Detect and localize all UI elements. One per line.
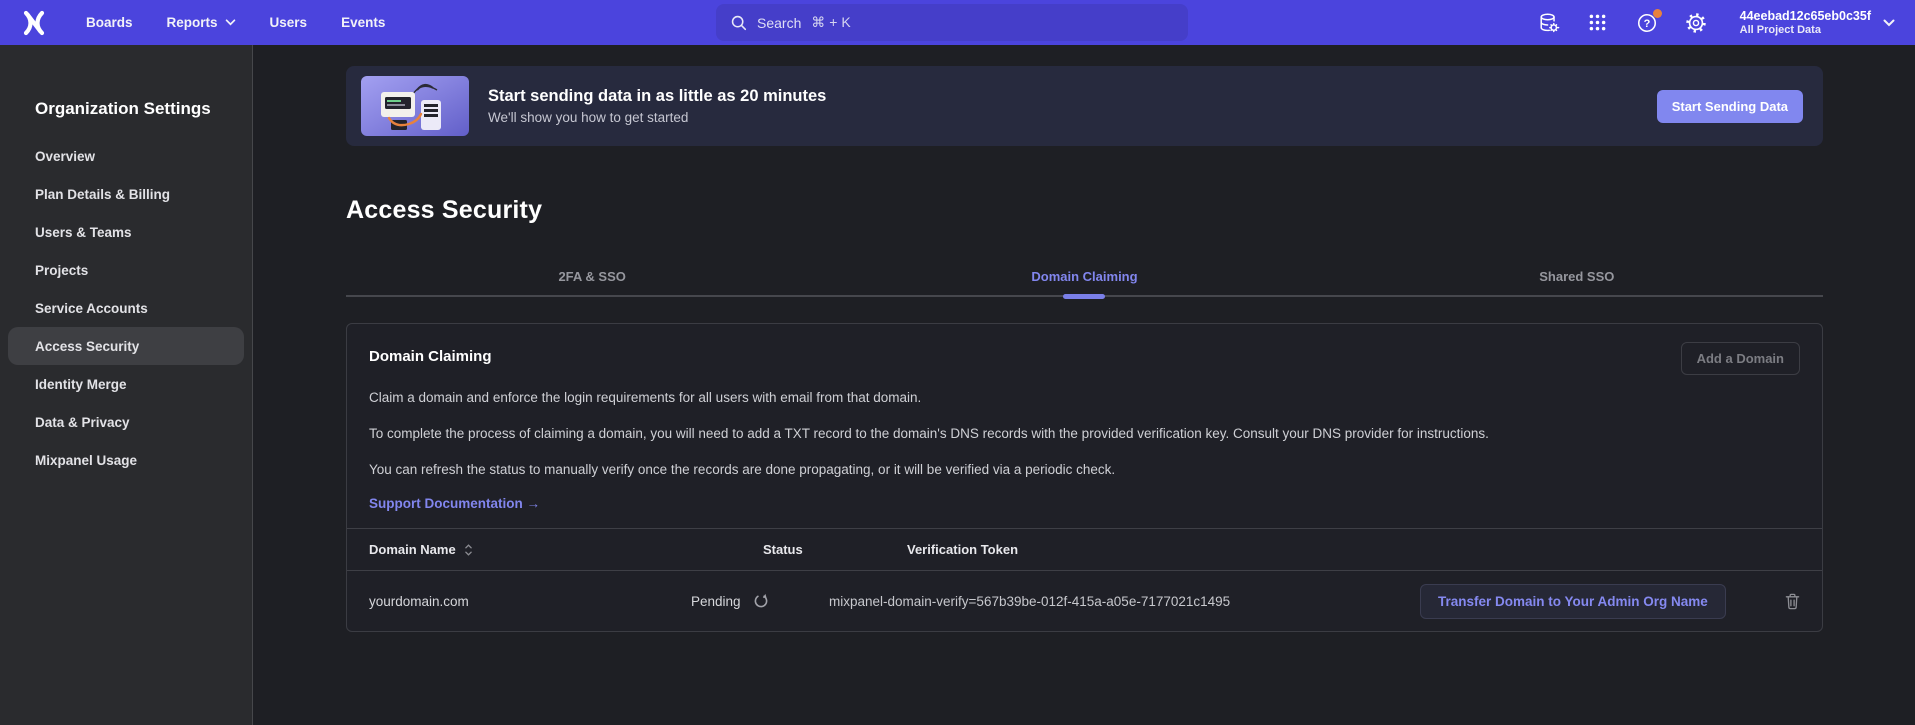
banner-title: Start sending data in as little as 20 mi…	[488, 87, 826, 106]
apps-grid-icon[interactable]	[1587, 12, 1609, 34]
project-name: All Project Data	[1740, 23, 1871, 37]
access-security-tabs: 2FA & SSO Domain Claiming Shared SSO	[346, 261, 1823, 297]
domain-table-row: yourdomain.com Pending mixpanel-domain-v…	[347, 571, 1822, 631]
sidebar-item-overview[interactable]: Overview	[8, 137, 244, 175]
org-settings-sidebar: Organization Settings Overview Plan Deta…	[0, 45, 253, 725]
domain-claiming-card: Domain Claiming Add a Domain Claim a dom…	[346, 323, 1823, 632]
page-title: Access Security	[346, 196, 1823, 225]
top-nav: Boards Reports Users Events Search ⌘ + K	[0, 0, 1915, 45]
sidebar-item-access-security[interactable]: Access Security	[8, 327, 244, 365]
account-switcher[interactable]: 44eebad12c65eb0c35f All Project Data	[1740, 9, 1895, 37]
verification-token-cell: mixpanel-domain-verify=567b39be-012f-415…	[829, 594, 1420, 609]
sort-icon[interactable]	[464, 543, 473, 557]
add-domain-button[interactable]: Add a Domain	[1681, 342, 1800, 375]
org-id: 44eebad12c65eb0c35f	[1740, 9, 1871, 23]
column-header-domain-name: Domain Name	[369, 542, 456, 557]
sidebar-item-users-teams[interactable]: Users & Teams	[8, 213, 244, 251]
mixpanel-logo-icon[interactable]	[22, 10, 46, 36]
sidebar-item-service-accounts[interactable]: Service Accounts	[8, 289, 244, 327]
start-sending-data-button[interactable]: Start Sending Data	[1657, 90, 1803, 123]
search-shortcut: ⌘ + K	[811, 14, 850, 31]
sidebar-item-projects[interactable]: Projects	[8, 251, 244, 289]
search-label: Search	[757, 15, 801, 31]
tab-2fa-sso[interactable]: 2FA & SSO	[346, 261, 838, 295]
sidebar-title: Organization Settings	[35, 99, 252, 119]
tab-domain-claiming[interactable]: Domain Claiming	[838, 261, 1330, 295]
onboarding-banner: Start sending data in as little as 20 mi…	[346, 66, 1823, 146]
nav-right-cluster: ? 44eebad12c65eb0c35f All Project Data	[1538, 0, 1895, 45]
domain-name-cell: yourdomain.com	[369, 594, 691, 609]
search-icon	[730, 14, 747, 31]
nav-item-events[interactable]: Events	[341, 15, 385, 30]
nav-item-users[interactable]: Users	[270, 15, 308, 30]
svg-text:?: ?	[1643, 18, 1650, 30]
chevron-down-icon	[1883, 19, 1895, 27]
card-paragraph: Claim a domain and enforce the login req…	[369, 387, 1800, 409]
trash-icon	[1785, 593, 1800, 610]
card-paragraph: You can refresh the status to manually v…	[369, 459, 1800, 481]
sidebar-list: Overview Plan Details & Billing Users & …	[0, 137, 252, 479]
nav-item-label: Events	[341, 15, 385, 30]
domains-table-header: Domain Name Status Verification Token	[347, 528, 1822, 571]
help-icon[interactable]: ?	[1636, 12, 1658, 34]
card-paragraph: To complete the process of claiming a do…	[369, 423, 1800, 445]
notification-badge	[1653, 9, 1662, 18]
main-content: Start sending data in as little as 20 mi…	[253, 45, 1915, 725]
devices-illustration	[361, 76, 469, 136]
nav-item-label: Boards	[86, 15, 133, 30]
tab-shared-sso[interactable]: Shared SSO	[1331, 261, 1823, 295]
status-badge: Pending	[691, 594, 741, 609]
search-input[interactable]: Search ⌘ + K	[716, 4, 1188, 41]
card-title: Domain Claiming	[369, 342, 492, 365]
nav-item-label: Users	[270, 15, 308, 30]
chevron-down-icon	[225, 19, 236, 26]
nav-item-label: Reports	[167, 15, 218, 30]
column-header-verification-token: Verification Token	[829, 542, 1420, 557]
nav-item-boards[interactable]: Boards	[86, 15, 133, 30]
refresh-status-icon[interactable]	[753, 593, 769, 609]
column-header-status: Status	[691, 542, 829, 557]
sidebar-item-plan-details-billing[interactable]: Plan Details & Billing	[8, 175, 244, 213]
transfer-domain-button[interactable]: Transfer Domain to Your Admin Org Name	[1420, 584, 1726, 619]
sidebar-item-data-privacy[interactable]: Data & Privacy	[8, 403, 244, 441]
support-documentation-link[interactable]: Support Documentation →	[369, 496, 540, 511]
settings-gear-icon[interactable]	[1685, 12, 1707, 34]
sidebar-item-identity-merge[interactable]: Identity Merge	[8, 365, 244, 403]
banner-subtitle: We'll show you how to get started	[488, 110, 826, 125]
data-management-icon[interactable]	[1538, 12, 1560, 34]
primary-nav: Boards Reports Users Events	[86, 15, 385, 30]
delete-domain-button[interactable]	[1785, 593, 1800, 610]
nav-item-reports[interactable]: Reports	[167, 15, 236, 30]
sidebar-item-mixpanel-usage[interactable]: Mixpanel Usage	[8, 441, 244, 479]
